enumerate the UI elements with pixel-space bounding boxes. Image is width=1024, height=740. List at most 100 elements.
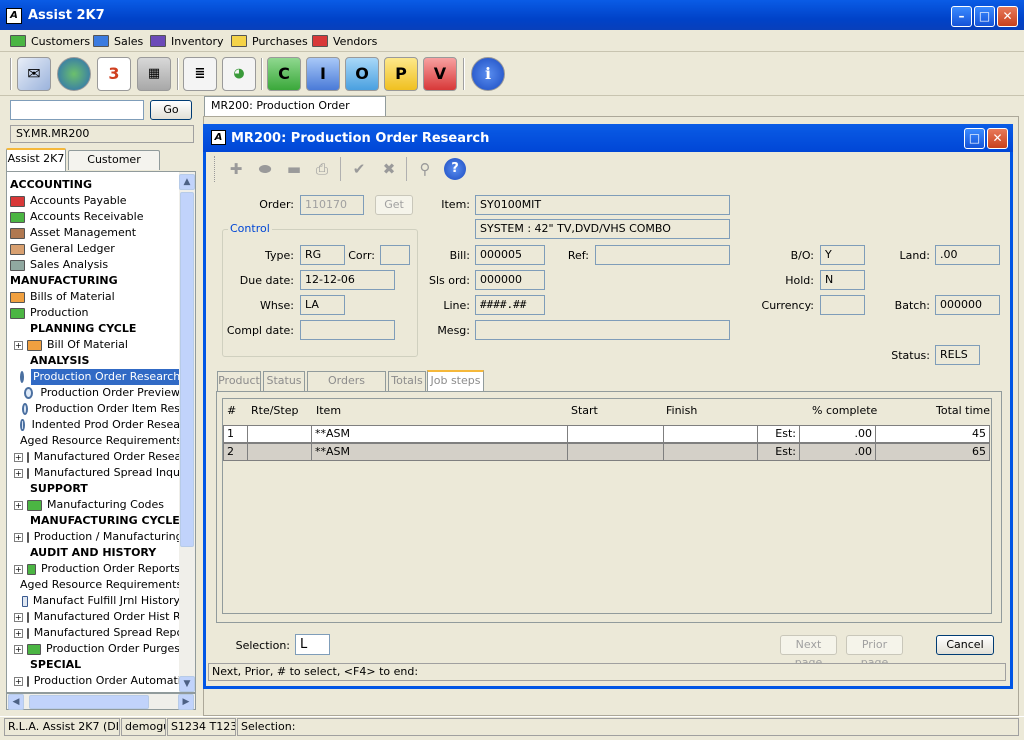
tree-item[interactable]: Accounts Payable — [10, 193, 180, 209]
tree-item[interactable]: Production Order Research — [10, 369, 180, 385]
calendar-icon[interactable]: 3 — [97, 57, 131, 91]
tree-item[interactable]: Bills of Material — [10, 289, 180, 305]
scroll-down-arrow-icon[interactable]: ▼ — [179, 676, 195, 692]
get-button[interactable]: Get — [375, 195, 413, 215]
tree-item[interactable]: + Manufactured Order Resea — [10, 449, 180, 465]
tree-item[interactable]: Production Order Preview — [10, 385, 180, 401]
reject-x-icon[interactable]: ✖ — [378, 158, 400, 180]
delete-row-icon[interactable]: ▬ — [283, 158, 305, 180]
tree-item[interactable]: Aged Resource Requirements — [10, 433, 180, 449]
chart-report-icon[interactable]: ◕ — [222, 57, 256, 91]
menu-inventory[interactable]: Inventory — [150, 33, 224, 49]
type-field[interactable]: RG — [300, 245, 345, 265]
sls-ord-field[interactable]: 000000 — [475, 270, 545, 290]
ref-field[interactable] — [595, 245, 730, 265]
prior-page-button[interactable]: Prior page — [846, 635, 903, 669]
tree-item[interactable]: Production — [10, 305, 180, 321]
expand-icon[interactable]: + — [14, 340, 23, 350]
selection-input[interactable]: L — [295, 634, 330, 655]
orders-letter-icon[interactable]: O — [345, 57, 379, 91]
expand-icon[interactable]: + — [14, 644, 23, 654]
compl-date-field[interactable] — [300, 320, 395, 340]
corr-field[interactable] — [380, 245, 410, 265]
inventory-letter-icon[interactable]: I — [306, 57, 340, 91]
search-icon[interactable]: ⚲ — [414, 158, 436, 180]
form-maximize-button[interactable]: □ — [964, 128, 985, 149]
tree-item[interactable]: Asset Management — [10, 225, 180, 241]
tree-item[interactable]: + Production Order Reports — [10, 561, 180, 577]
tree-item[interactable]: + Manufactured Spread Inqu — [10, 465, 180, 481]
purchases-letter-icon[interactable]: P — [384, 57, 418, 91]
report-icon[interactable]: ≣ — [183, 57, 217, 91]
tree-item[interactable]: Indented Prod Order Resea — [10, 417, 180, 433]
tree-item[interactable]: Accounts Receivable — [10, 209, 180, 225]
info-icon[interactable]: i — [471, 57, 505, 91]
tab-customer-service[interactable]: Customer Service — [68, 150, 160, 184]
scroll-right-arrow-icon[interactable]: ▶ — [178, 694, 194, 710]
expand-icon[interactable]: + — [14, 452, 23, 462]
whse-field[interactable]: LA — [300, 295, 345, 315]
scroll-thumb[interactable] — [29, 695, 149, 709]
tab-totals[interactable]: Totals — [388, 371, 426, 391]
line-field[interactable]: ####.## — [475, 295, 545, 315]
menu-customers[interactable]: Customers — [10, 33, 90, 49]
document-tab[interactable]: MR200: Production Order Research — [204, 96, 386, 130]
calculator-icon[interactable]: ▦ — [137, 57, 171, 91]
tab-orders-fulfilled[interactable]: Orders fulfilled — [307, 371, 386, 405]
item-field[interactable]: SY0100MIT — [475, 195, 730, 215]
tree-item[interactable]: + Bill Of Material — [10, 337, 180, 353]
tree-item[interactable]: + Production / Manufacturing — [10, 529, 180, 545]
next-page-button[interactable]: Next page — [780, 635, 837, 669]
expand-icon[interactable]: + — [14, 564, 23, 574]
mail-icon[interactable]: ✉ — [17, 57, 51, 91]
add-icon[interactable]: ✚ — [225, 158, 247, 180]
tree-item[interactable]: + Manufactured Order Hist R — [10, 609, 180, 625]
tree-item[interactable]: Aged Resource Requirements F — [10, 577, 180, 593]
batch-field[interactable]: 000000 — [935, 295, 1000, 315]
go-button[interactable]: Go — [150, 100, 192, 120]
globe-icon[interactable] — [57, 57, 91, 91]
expand-icon[interactable]: + — [14, 468, 23, 478]
help-icon[interactable]: ? — [444, 158, 466, 180]
mesg-field[interactable] — [475, 320, 730, 340]
tree-item[interactable]: + Manufacturing Codes — [10, 497, 180, 513]
customers-letter-icon[interactable]: C — [267, 57, 301, 91]
tree-item[interactable]: Sales Analysis — [10, 257, 180, 273]
cancel-button[interactable]: Cancel — [936, 635, 994, 655]
menu-sales[interactable]: Sales — [93, 33, 143, 49]
tab-status[interactable]: Status — [263, 371, 305, 391]
bill-field[interactable]: 000005 — [475, 245, 545, 265]
expand-icon[interactable]: + — [14, 500, 23, 510]
menu-vendors[interactable]: Vendors — [312, 33, 377, 49]
land-field[interactable]: .00 — [935, 245, 1000, 265]
expand-icon[interactable]: + — [14, 532, 23, 542]
tree-item[interactable]: + Production Order Automati — [10, 673, 180, 689]
print-icon[interactable]: ⎙ — [311, 158, 333, 180]
due-date-field[interactable]: 12-12-06 — [300, 270, 395, 290]
scroll-left-arrow-icon[interactable]: ◀ — [8, 694, 24, 710]
scroll-thumb[interactable] — [180, 192, 194, 547]
tree-item[interactable]: + Production Order Purges — [10, 641, 180, 657]
tree-vertical-scrollbar[interactable]: ▲ ▼ — [179, 172, 195, 692]
menu-purchases[interactable]: Purchases — [231, 33, 308, 49]
tab-product[interactable]: Product — [217, 371, 261, 391]
tab-job-steps[interactable]: Job steps — [427, 370, 484, 392]
vendors-letter-icon[interactable]: V — [423, 57, 457, 91]
link-icon[interactable]: ⬬ — [254, 158, 276, 180]
tree-item[interactable]: Production Order Item Res — [10, 401, 180, 417]
expand-icon[interactable]: + — [14, 676, 23, 686]
tab-assist-2k7[interactable]: Assist 2K7 — [6, 148, 66, 171]
accept-check-icon[interactable]: ✔ — [348, 158, 370, 180]
expand-icon[interactable]: + — [14, 628, 23, 638]
currency-field[interactable] — [820, 295, 865, 315]
bo-field[interactable]: Y — [820, 245, 865, 265]
tree-item[interactable]: + Manufactured Spread Repc — [10, 625, 180, 641]
maximize-button[interactable]: □ — [974, 6, 995, 27]
scroll-up-arrow-icon[interactable]: ▲ — [179, 174, 195, 190]
tree-item[interactable]: Manufact Fulfill Jrnl History — [10, 593, 180, 609]
hold-field[interactable]: N — [820, 270, 865, 290]
order-field[interactable]: 110170 — [300, 195, 364, 215]
close-button[interactable]: ✕ — [997, 6, 1018, 27]
minimize-button[interactable]: – — [951, 6, 972, 27]
form-close-button[interactable]: ✕ — [987, 128, 1008, 149]
